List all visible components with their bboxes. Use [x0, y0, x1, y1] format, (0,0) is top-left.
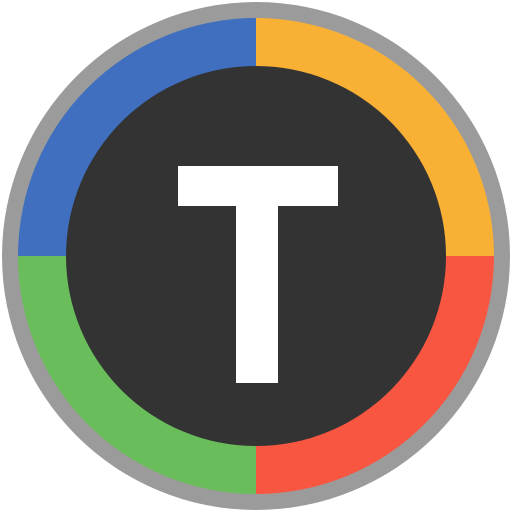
t-stem	[236, 166, 278, 383]
app-icon-canvas	[0, 0, 512, 512]
app-icon	[2, 2, 510, 510]
